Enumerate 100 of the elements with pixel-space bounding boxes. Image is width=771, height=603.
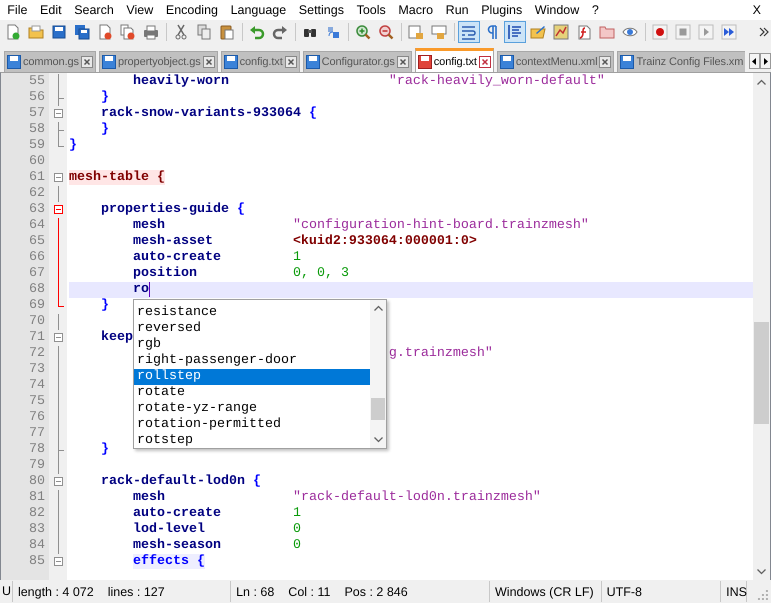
line-number: 71 bbox=[28, 330, 46, 346]
status-text: Ln : 68 bbox=[236, 584, 274, 598]
suggestion-item[interactable]: rotation-permitted bbox=[134, 417, 370, 433]
suggestion-item[interactable]: reversed bbox=[134, 321, 370, 337]
status-text: Col : 11 bbox=[288, 584, 330, 598]
suggestion-item[interactable]: rotstep bbox=[134, 433, 370, 449]
tab-label: common.gs bbox=[23, 56, 79, 68]
line-number: 57 bbox=[28, 106, 46, 122]
status-text: U bbox=[0, 581, 13, 602]
close-icon[interactable] bbox=[284, 56, 297, 68]
file-tab[interactable]: config.txt bbox=[220, 51, 300, 72]
play-icon bbox=[698, 24, 714, 40]
scroll-left-button[interactable] bbox=[749, 53, 760, 69]
suggestion-item[interactable]: rotate bbox=[134, 385, 370, 401]
toolbar-button[interactable] bbox=[458, 21, 480, 43]
menu-item[interactable]: Encoding bbox=[160, 1, 224, 19]
autocomplete-list[interactable]: resistance reversed rgb right-passenger-door rollstep rotate rotate-yz-range rotation-permitted rotstep bbox=[133, 299, 387, 449]
tab-label: Configurator.gs bbox=[322, 56, 395, 68]
close-icon[interactable] bbox=[599, 56, 612, 68]
triangle-right-icon bbox=[762, 58, 769, 64]
code-text: } bbox=[100, 90, 109, 105]
suggestion-item[interactable]: rotate-yz-range bbox=[134, 401, 370, 417]
menu-item[interactable]: Settings bbox=[292, 1, 350, 19]
code-text: } bbox=[100, 122, 109, 137]
menu-item[interactable]: Window bbox=[528, 1, 586, 19]
word-wrap-icon bbox=[461, 24, 477, 40]
menu-item[interactable]: Search bbox=[68, 1, 120, 19]
collapse-icon[interactable] bbox=[54, 173, 63, 182]
menu-item[interactable]: Plugins bbox=[474, 1, 528, 19]
code-text: ro bbox=[132, 282, 149, 297]
folder-pen-icon bbox=[530, 24, 546, 40]
new-file-icon bbox=[5, 24, 21, 40]
suggestion-item[interactable]: rgb bbox=[134, 337, 370, 353]
collapse-icon[interactable] bbox=[54, 109, 63, 118]
undo-icon bbox=[249, 24, 265, 40]
vertical-scrollbar[interactable] bbox=[753, 73, 770, 580]
indent-guide-icon bbox=[507, 24, 523, 40]
close-icon[interactable] bbox=[396, 56, 409, 68]
status-text: length : 4 072 bbox=[18, 584, 94, 598]
line-number: 66 bbox=[28, 250, 46, 266]
close-icon[interactable] bbox=[202, 56, 215, 68]
scrollbar-thumb[interactable] bbox=[754, 322, 769, 424]
scrollbar-thumb[interactable] bbox=[371, 398, 385, 420]
record-icon bbox=[652, 24, 668, 40]
suggestion-item[interactable]: right-passenger-door bbox=[134, 353, 370, 369]
list-scrollbar[interactable] bbox=[370, 300, 386, 448]
copy-icon bbox=[196, 24, 212, 40]
line-number: 58 bbox=[28, 122, 46, 138]
code-text: effects { bbox=[132, 554, 205, 569]
line-number: 59 bbox=[28, 138, 46, 154]
code-text: { bbox=[308, 106, 317, 121]
line-number: 56 bbox=[28, 90, 46, 106]
line-number: 77 bbox=[28, 426, 46, 442]
suggestion-item[interactable]: resistance bbox=[134, 305, 370, 321]
suggestion-item[interactable]: rollstep bbox=[134, 369, 370, 385]
line-number: 69 bbox=[28, 298, 46, 314]
code-text: "rack-heavily_worn-default" bbox=[388, 74, 605, 89]
collapse-icon[interactable] bbox=[54, 333, 63, 342]
collapse-icon[interactable] bbox=[54, 477, 63, 486]
collapse-icon[interactable] bbox=[54, 557, 63, 566]
close-file-icon bbox=[97, 24, 113, 40]
menu-item[interactable]: Tools bbox=[350, 1, 392, 19]
close-icon[interactable] bbox=[478, 56, 491, 68]
file-tab[interactable]: Configurator.gs bbox=[302, 51, 412, 72]
file-tab[interactable]: common.gs bbox=[4, 51, 96, 72]
code-text: 0, 0, 3 bbox=[292, 266, 349, 281]
menu-item[interactable]: Language bbox=[224, 1, 292, 19]
line-number: 82 bbox=[28, 506, 46, 522]
status-text: Windows (CR LF) bbox=[495, 584, 594, 598]
file-tab[interactable]: config.txt bbox=[414, 48, 494, 72]
code-text: mesh-table { bbox=[69, 170, 165, 185]
code-text: auto-create bbox=[132, 250, 221, 265]
menu-item[interactable]: File bbox=[1, 1, 34, 19]
close-icon[interactable] bbox=[80, 56, 93, 68]
tab-label: config.txt bbox=[434, 56, 477, 68]
code-editor[interactable] bbox=[0, 72, 771, 581]
code-text: mesh-asset bbox=[132, 234, 213, 249]
line-number: 63 bbox=[28, 202, 46, 218]
file-tab[interactable]: contextMenu.xml bbox=[496, 51, 614, 72]
line-number: 76 bbox=[28, 410, 46, 426]
function-list-icon bbox=[576, 24, 592, 40]
code-text: lod-level bbox=[132, 522, 205, 537]
close-document-button[interactable]: X bbox=[742, 3, 771, 17]
file-tab[interactable]: Trainz Config Files.xm bbox=[617, 51, 746, 72]
menu-item[interactable]: View bbox=[120, 1, 160, 19]
tab-label: config.txt bbox=[240, 56, 283, 68]
line-number: 74 bbox=[28, 378, 46, 394]
line-number: 64 bbox=[28, 218, 46, 234]
file-tab[interactable]: propertyobject.gs bbox=[98, 51, 218, 72]
scroll-right-button[interactable] bbox=[760, 53, 771, 69]
menu-item[interactable]: Run bbox=[439, 1, 475, 19]
menu-item[interactable]: ? bbox=[586, 1, 606, 19]
toolbar-button[interactable] bbox=[504, 21, 526, 43]
collapse-icon[interactable] bbox=[54, 205, 63, 214]
open-file-icon bbox=[28, 24, 44, 40]
menu-item[interactable]: Edit bbox=[34, 1, 68, 19]
menu-item[interactable]: Macro bbox=[392, 1, 440, 19]
status-text: Pos : 2 846 bbox=[344, 584, 408, 598]
zoom-out-icon bbox=[378, 24, 394, 40]
chevron-icon[interactable] bbox=[759, 26, 769, 38]
